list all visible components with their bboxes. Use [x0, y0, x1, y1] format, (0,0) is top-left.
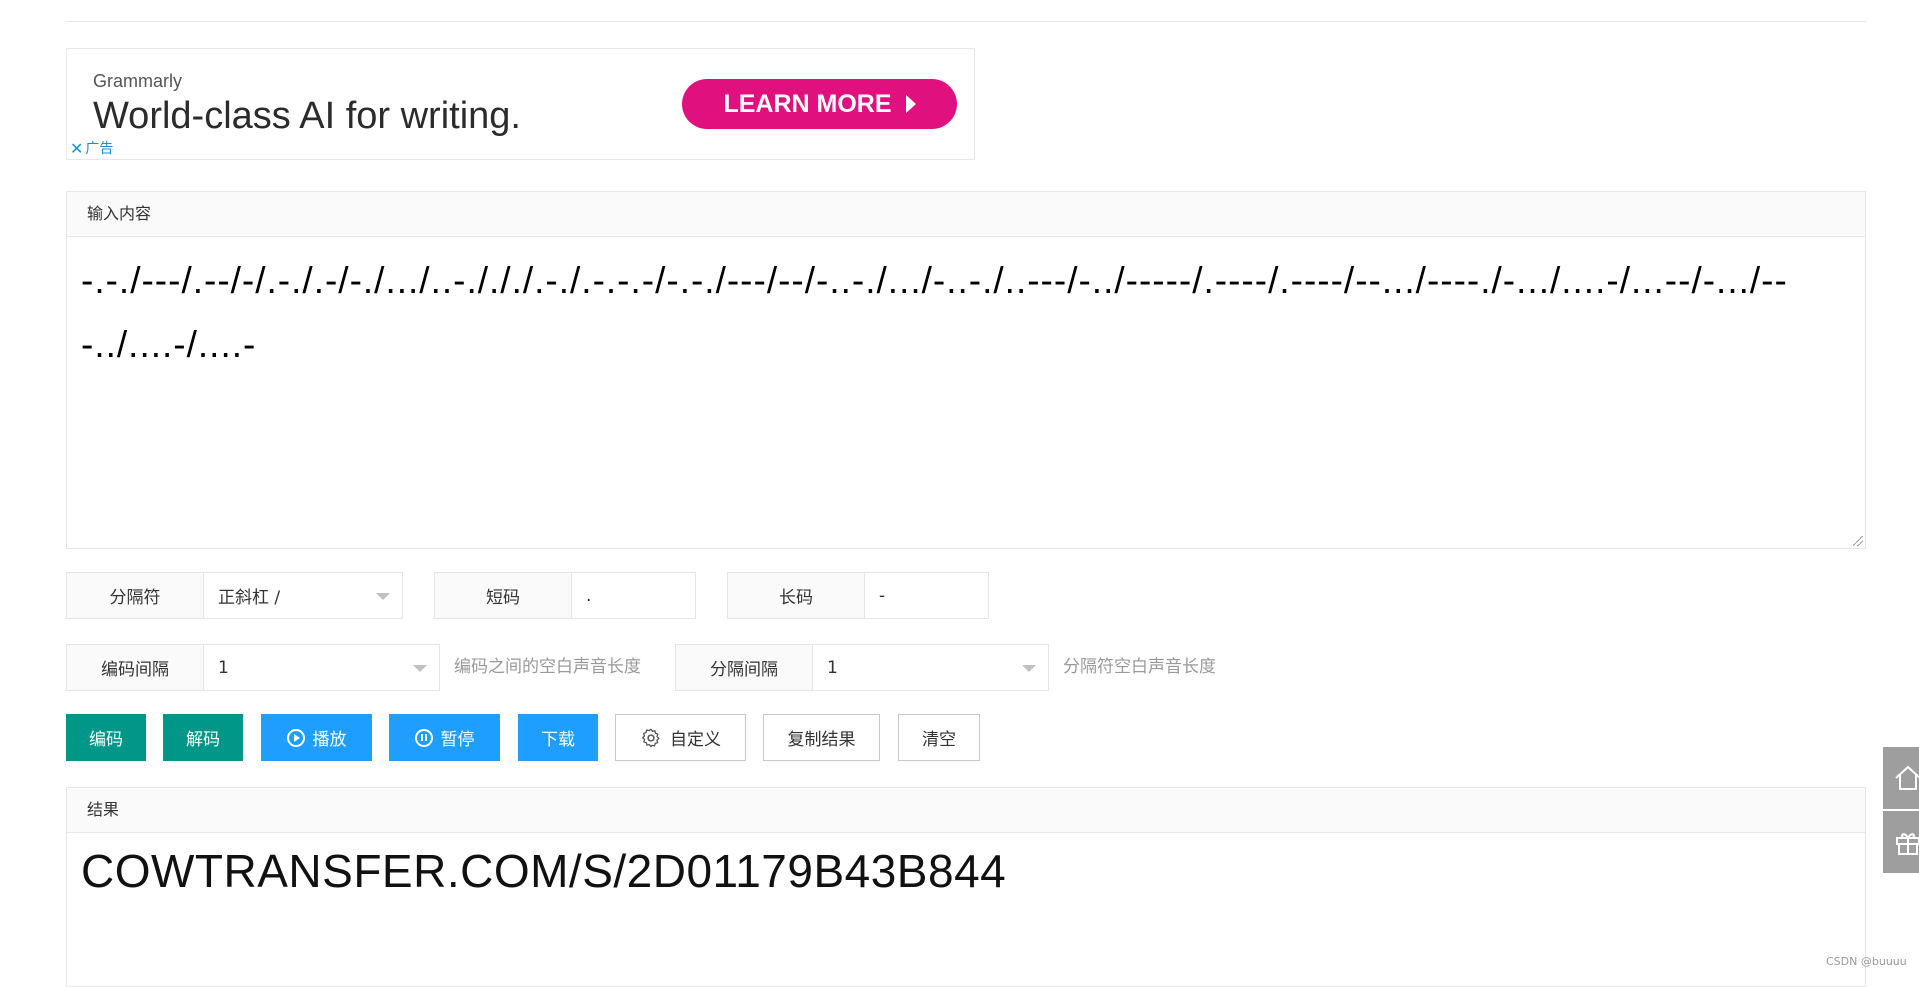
separator-select[interactable]: 正斜杠 / [204, 573, 402, 618]
separator-interval-label: 分隔间隔 [676, 645, 813, 690]
separator-field: 分隔符 正斜杠 / [66, 572, 403, 619]
pause-button[interactable]: 暂停 [389, 714, 500, 761]
encode-button[interactable]: 编码 [66, 714, 146, 761]
ad-close-area[interactable]: ✕ 广告 [70, 141, 114, 157]
ad-headline: World-class AI for writing. [93, 95, 521, 137]
top-divider [66, 21, 1866, 22]
input-panel: 输入内容 -.-./---/.--/-/.-./.-/-./.../..-./.… [66, 191, 1866, 549]
gear-icon [642, 728, 660, 747]
short-code-field: 短码 . [434, 572, 696, 619]
chevron-down-icon [413, 665, 427, 672]
result-panel-title: 结果 [67, 788, 1865, 833]
code-interval-value: 1 [218, 657, 229, 678]
decode-button[interactable]: 解码 [163, 714, 243, 761]
close-icon[interactable]: ✕ [70, 141, 83, 157]
code-interval-select[interactable]: 1 [204, 645, 439, 690]
long-code-input[interactable]: - [865, 573, 988, 618]
code-interval-hint: 编码之间的空白声音长度 [454, 657, 641, 677]
chevron-down-icon [376, 593, 390, 600]
customize-button[interactable]: 自定义 [615, 714, 746, 761]
copy-result-button[interactable]: 复制结果 [763, 714, 880, 761]
play-arrow-icon [905, 95, 916, 113]
input-textarea[interactable]: -.-./---/.--/-/.-./.-/-./.../..-./././.-… [67, 237, 1865, 548]
download-button[interactable]: 下载 [518, 714, 598, 761]
watermark: CSDN @buuuu [1826, 955, 1907, 968]
resize-handle[interactable] [1853, 536, 1863, 546]
gift-icon [1896, 833, 1919, 855]
play-button[interactable]: 播放 [261, 714, 372, 761]
code-interval-label: 编码间隔 [67, 645, 204, 690]
separator-interval-value: 1 [827, 657, 838, 678]
input-panel-title: 输入内容 [67, 192, 1865, 237]
ad-learn-more-button[interactable]: LEARN MORE [682, 79, 957, 129]
separator-label: 分隔符 [67, 573, 204, 618]
separator-value: 正斜杠 / [218, 588, 281, 608]
gift-button[interactable] [1883, 811, 1919, 873]
clear-button[interactable]: 清空 [898, 714, 980, 761]
home-button[interactable] [1883, 747, 1919, 809]
ad-brand: Grammarly [93, 71, 182, 91]
separator-interval-field: 分隔间隔 1 [675, 644, 1049, 691]
code-interval-field: 编码间隔 1 [66, 644, 440, 691]
result-output[interactable]: COWTRANSFER.COM/S/2D01179B43B844 [81, 844, 1006, 898]
short-code-input[interactable]: . [572, 573, 695, 618]
long-code-label: 长码 [728, 573, 865, 618]
ad-banner[interactable]: Grammarly World-class AI for writing. LE… [66, 48, 975, 160]
long-code-field: 长码 - [727, 572, 989, 619]
home-icon [1895, 765, 1919, 790]
chevron-down-icon [1022, 665, 1036, 672]
separator-interval-select[interactable]: 1 [813, 645, 1048, 690]
play-icon [286, 728, 305, 747]
pause-icon [414, 728, 433, 747]
ad-cta-label: LEARN MORE [723, 89, 892, 118]
result-panel: 结果 COWTRANSFER.COM/S/2D01179B43B844 [66, 787, 1866, 987]
pause-label: 暂停 [440, 730, 475, 750]
short-code-label: 短码 [435, 573, 572, 618]
play-label: 播放 [312, 730, 347, 750]
separator-interval-hint: 分隔符空白声音长度 [1063, 657, 1216, 677]
ad-label: 广告 [85, 141, 114, 157]
customize-label: 自定义 [670, 730, 721, 750]
